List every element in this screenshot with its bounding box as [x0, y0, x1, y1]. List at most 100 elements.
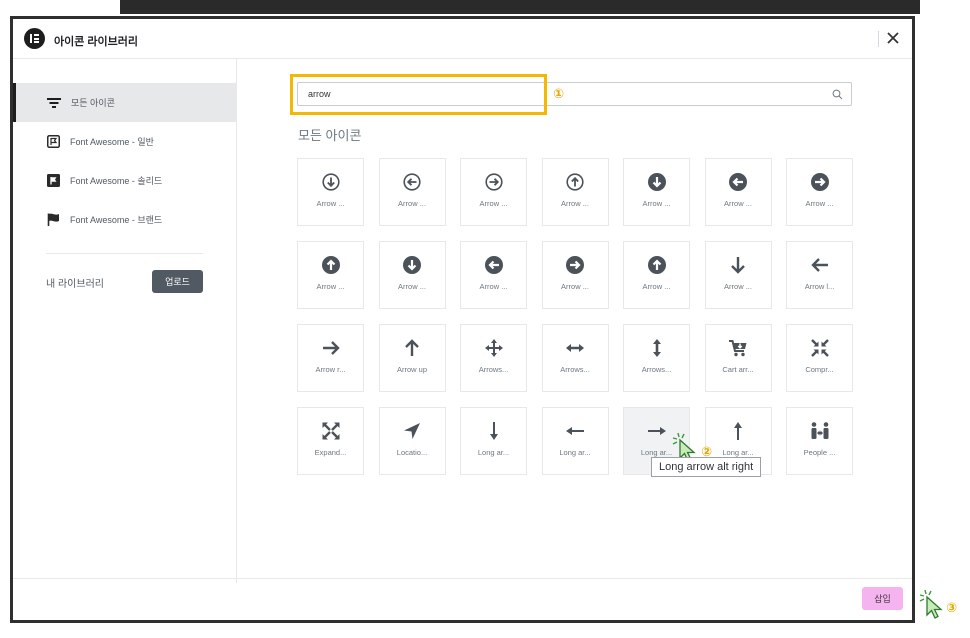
flag-solid-square-icon — [47, 174, 60, 187]
icon-tile[interactable]: Arrow r... — [297, 324, 364, 392]
icon-tile[interactable]: Arrow ... — [541, 158, 609, 226]
arrows-horizontal-icon — [565, 338, 585, 358]
icon-label: Arrows... — [560, 365, 590, 374]
icon-label: Arrow ... — [561, 199, 589, 208]
arrow-circle-down-solid-icon — [647, 172, 667, 192]
filter-icon — [47, 97, 61, 108]
long-arrow-up-icon — [728, 421, 748, 441]
arrow-circle-right-solid-icon — [565, 255, 585, 275]
sidebar-item-label: Font Awesome - 일반 — [70, 137, 154, 147]
icon-label: Arrow ... — [398, 199, 426, 208]
icon-tile[interactable]: Arrows... — [541, 324, 609, 392]
arrow-circle-up-outline-icon — [565, 172, 585, 192]
icon-label: Arrow ... — [479, 282, 508, 291]
arrows-vertical-icon — [647, 338, 667, 358]
icon-label: Arrow ... — [805, 199, 834, 208]
search-icon[interactable] — [832, 89, 843, 100]
icon-tile[interactable]: Arrow up — [378, 324, 446, 392]
header-divider — [878, 31, 879, 47]
icon-tile[interactable]: Arrow ... — [786, 158, 853, 226]
arrow-left-icon — [810, 255, 830, 275]
people-arrows-icon — [810, 421, 830, 441]
icon-label: Arrow ... — [724, 282, 752, 291]
my-library-label: 내 라이브러리 — [46, 278, 104, 290]
icon-label: Arrow ... — [479, 199, 508, 208]
icon-tile[interactable]: Arrow ... — [704, 158, 772, 226]
backdrop — [120, 0, 920, 14]
icon-label: Arrow up — [396, 365, 427, 374]
icon-tile[interactable]: Arrow ... — [378, 241, 446, 309]
icon-tile[interactable]: Expand... — [297, 407, 364, 475]
sidebar-item-all-icons[interactable]: 모든 아이콘 — [13, 83, 236, 122]
icon-tile[interactable]: Arrow ... — [704, 241, 772, 309]
long-arrow-down-icon — [484, 421, 504, 441]
location-arrow-icon — [402, 421, 422, 441]
sidebar-item-label: Font Awesome - 솔리드 — [70, 176, 163, 186]
arrow-down-icon — [728, 255, 748, 275]
icon-grid: Arrow ... Arrow ... Arrow ... Arrow ... Arro… — [297, 158, 853, 475]
arrow-up-icon — [402, 338, 422, 358]
icon-label: Expand... — [314, 448, 347, 457]
icon-tile[interactable]: Cart arr... — [704, 324, 772, 392]
icon-label: Arrow ... — [642, 199, 671, 208]
icon-tile[interactable]: Arrows... — [460, 324, 527, 392]
elementor-logo-icon — [24, 28, 45, 49]
icon-tile[interactable]: Arrow ... — [623, 241, 690, 309]
icon-label: Arrows... — [478, 365, 509, 374]
arrows-move-icon — [484, 338, 504, 358]
icon-tile[interactable]: Arrow ... — [460, 241, 527, 309]
main-panel: ① 모든 아이콘 Arrow ...Arrow ...Arrow ...Arro… — [238, 59, 912, 583]
annotation-marker-3: ③ — [946, 600, 958, 615]
dialog-footer: 삽입 — [13, 578, 912, 620]
icon-tile[interactable]: People ... — [786, 407, 853, 475]
icon-label: Compr... — [805, 365, 834, 374]
icon-library-dialog: 아이콘 라이브러리 모든 아이콘 Font Awesome - 일반 Font … — [10, 16, 915, 623]
icon-label: Arrow ... — [724, 199, 752, 208]
arrow-circle-right-solid-icon — [810, 172, 830, 192]
icon-tooltip: Long arrow alt right — [651, 457, 762, 477]
arrow-circle-up-solid-icon — [647, 255, 667, 275]
upload-button[interactable]: 업로드 — [152, 270, 203, 293]
icon-label: Arrow ... — [316, 199, 345, 208]
close-icon[interactable] — [884, 29, 902, 47]
icon-label: People ... — [803, 448, 836, 457]
icon-tile[interactable]: Arrow ... — [623, 158, 690, 226]
my-library-row: 내 라이브러리 업로드 — [13, 270, 236, 294]
icon-label: Arrow ... — [316, 282, 345, 291]
icon-tile[interactable]: Long ar... — [460, 407, 527, 475]
long-arrow-right-icon — [647, 421, 667, 441]
icon-label: Arrow r... — [315, 365, 346, 374]
icon-tile[interactable]: Arrow ... — [460, 158, 527, 226]
icon-label: Arrows... — [641, 365, 672, 374]
sidebar: 모든 아이콘 Font Awesome - 일반 Font Awesome - … — [13, 59, 237, 583]
icon-label: Long ar... — [722, 448, 754, 457]
compress-arrows-icon — [810, 338, 830, 358]
sidebar-item-fa-regular[interactable]: Font Awesome - 일반 — [13, 122, 236, 161]
arrow-circle-down-solid-icon — [402, 255, 422, 275]
icon-label: Long ar... — [559, 448, 591, 457]
annotation-highlight-box — [290, 74, 547, 115]
icon-tile[interactable]: Locatio... — [378, 407, 446, 475]
icon-tile[interactable]: Arrow ... — [297, 158, 364, 226]
icon-tile[interactable]: Arrows... — [623, 324, 690, 392]
icon-tile[interactable]: Arrow ... — [541, 241, 609, 309]
arrow-circle-left-solid-icon — [728, 172, 748, 192]
icon-tile[interactable]: Arrow ... — [378, 158, 446, 226]
arrow-circle-up-solid-icon — [321, 255, 341, 275]
icon-label: Long ar... — [477, 448, 510, 457]
icon-tile[interactable]: Compr... — [786, 324, 853, 392]
long-arrow-left-icon — [565, 421, 585, 441]
flag-brand-icon — [47, 213, 59, 226]
insert-button[interactable]: 삽입 — [862, 587, 903, 610]
sidebar-item-label: 모든 아이콘 — [71, 98, 115, 108]
icon-label: Locatio... — [396, 448, 428, 457]
icon-tile[interactable]: Arrow l... — [786, 241, 853, 309]
sidebar-item-fa-solid[interactable]: Font Awesome - 솔리드 — [13, 161, 236, 200]
arrow-circle-left-outline-icon — [402, 172, 422, 192]
icon-label: Arrow ... — [398, 282, 426, 291]
icon-tile[interactable]: Arrow ... — [297, 241, 364, 309]
icon-tile[interactable]: Long ar... — [541, 407, 609, 475]
sidebar-item-fa-brands[interactable]: Font Awesome - 브랜드 — [13, 200, 236, 239]
icon-label: Arrow l... — [804, 282, 835, 291]
dialog-title: 아이콘 라이브러리 — [54, 36, 139, 48]
